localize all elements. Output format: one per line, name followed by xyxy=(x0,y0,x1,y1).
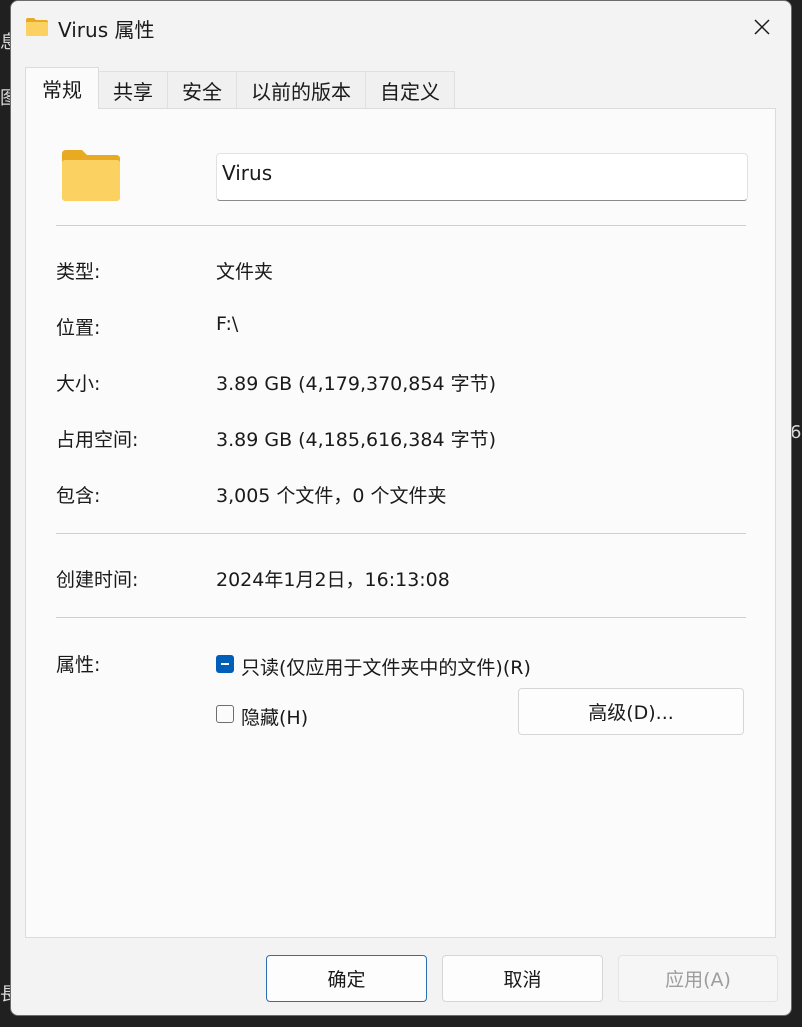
divider xyxy=(56,533,746,534)
hidden-label[interactable]: 隐藏(H) xyxy=(241,703,308,730)
title-bar[interactable]: Virus 属性 xyxy=(11,1,791,53)
tab-general[interactable]: 常规 xyxy=(25,67,99,109)
ok-button[interactable]: 确定 xyxy=(266,955,427,1002)
tab-label: 共享 xyxy=(113,80,153,104)
attributes-label: 属性: xyxy=(56,654,101,676)
divider xyxy=(56,617,746,618)
properties-dialog: Virus 属性 常规 共享 安全 以前的版本 自定义 类型: 文件夹 位置: … xyxy=(10,0,792,1016)
location-label: 位置: xyxy=(56,317,101,339)
tab-label: 以前的版本 xyxy=(251,80,351,104)
size-value: 3.89 GB (4,179,370,854 字节) xyxy=(216,373,497,395)
tab-previous-versions[interactable]: 以前的版本 xyxy=(236,71,366,109)
tab-label: 安全 xyxy=(182,80,222,104)
general-tab-panel: 类型: 文件夹 位置: F:\ 大小: 3.89 GB (4,179,370,8… xyxy=(25,108,776,938)
type-value: 文件夹 xyxy=(216,261,274,283)
folder-icon xyxy=(26,18,48,36)
close-icon xyxy=(754,19,770,35)
readonly-checkbox[interactable] xyxy=(216,655,234,673)
size-label: 大小: xyxy=(56,373,101,395)
tab-security[interactable]: 安全 xyxy=(167,71,237,109)
size-on-disk-value: 3.89 GB (4,185,616,384 字节) xyxy=(216,429,497,451)
cancel-button[interactable]: 取消 xyxy=(442,955,603,1002)
folder-name-input[interactable] xyxy=(216,153,748,201)
divider xyxy=(56,225,746,226)
readonly-label[interactable]: 只读(仅应用于文件夹中的文件)(R) xyxy=(241,653,531,680)
type-label: 类型: xyxy=(56,261,101,283)
contains-value: 3,005 个文件，0 个文件夹 xyxy=(216,485,447,507)
tab-customize[interactable]: 自定义 xyxy=(365,71,455,109)
tab-sharing[interactable]: 共享 xyxy=(98,71,168,109)
hidden-checkbox[interactable] xyxy=(216,705,234,723)
created-label: 创建时间: xyxy=(56,569,139,591)
tab-strip: 常规 共享 安全 以前的版本 自定义 xyxy=(25,67,455,109)
advanced-button[interactable]: 高级(D)... xyxy=(518,688,744,735)
apply-button[interactable]: 应用(A) xyxy=(618,955,778,1002)
close-button[interactable] xyxy=(733,1,791,53)
tab-label: 常规 xyxy=(42,78,82,102)
window-title: Virus 属性 xyxy=(58,18,155,42)
size-on-disk-label: 占用空间: xyxy=(56,429,139,451)
location-value: F:\ xyxy=(216,313,239,335)
created-value: 2024年1月2日，16:13:08 xyxy=(216,569,450,591)
tab-label: 自定义 xyxy=(380,80,440,104)
folder-icon xyxy=(62,150,120,201)
contains-label: 包含: xyxy=(56,485,101,507)
